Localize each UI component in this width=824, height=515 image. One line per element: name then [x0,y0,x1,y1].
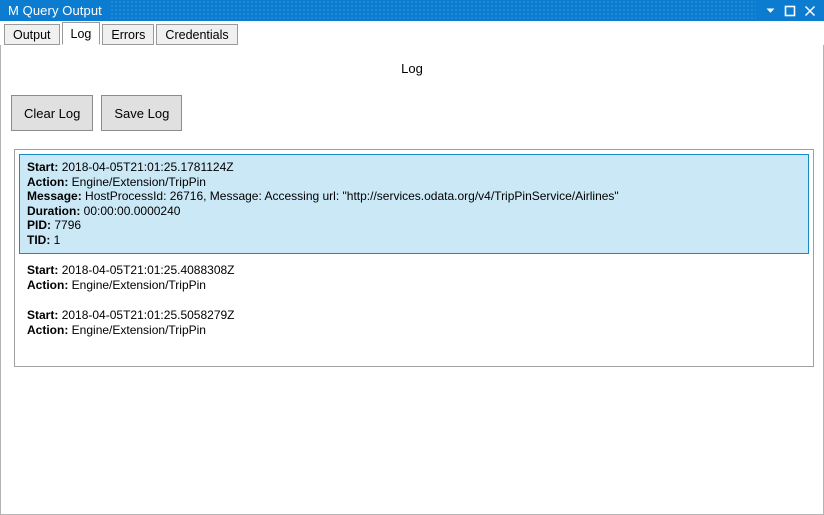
log-tab-panel: Log Clear Log Save Log Start: 2018-04-05… [0,45,824,515]
log-tid-value: 1 [53,232,61,247]
log-start-value: 2018-04-05T21:01:25.1781124Z [61,160,234,174]
log-duration-value: 00:00:00.0000240 [83,203,181,218]
log-action-label: Action: [27,174,69,189]
m-query-output-window: M Query Output Output Log Errors Credent… [0,0,824,515]
title-bar-grip [109,0,756,21]
minimize-button[interactable] [760,0,780,21]
log-start-label: Start: [27,263,59,277]
log-action-line: Action: Engine/Extension/TripPin [27,278,802,293]
log-start-line: Start: 2018-04-05T21:01:25.5058279Z [27,308,802,323]
log-pid-line: PID: 7796 [27,218,802,233]
tab-credentials-label: Credentials [165,27,229,42]
tab-log[interactable]: Log [61,22,101,45]
tab-strip: Output Log Errors Credentials [0,21,824,45]
log-duration-line: Duration: 00:00:00.0000240 [27,204,802,219]
window-controls [760,0,824,21]
log-toolbar: Clear Log Save Log [1,95,823,131]
tab-output-label: Output [13,27,51,42]
page-title: Log [401,61,423,76]
log-action-line: Action: Engine/Extension/TripPin [27,175,802,190]
log-list[interactable]: Start: 2018-04-05T21:01:25.1781124Z Acti… [14,149,814,367]
close-button[interactable] [800,0,820,21]
tab-errors-label: Errors [111,27,146,42]
save-log-button[interactable]: Save Log [101,95,183,131]
list-item[interactable]: Start: 2018-04-05T21:01:25.1781124Z Acti… [19,154,809,254]
square-icon [784,5,796,16]
log-action-line: Action: Engine/Extension/TripPin [27,323,802,338]
log-pid-value: 7796 [54,218,82,232]
log-pid-label: PID: [27,218,51,232]
log-action-value: Engine/Extension/TripPin [71,322,206,337]
log-tid-label: TID: [27,232,51,247]
log-message-value: HostProcessId: 26716, Message: Accessing… [85,189,619,203]
tab-credentials[interactable]: Credentials [156,24,238,45]
list-item[interactable]: Start: 2018-04-05T21:01:25.4088308Z Acti… [19,257,809,299]
log-action-label: Action: [27,277,69,292]
log-start-value: 2018-04-05T21:01:25.5058279Z [61,308,235,322]
log-message-label: Message: [27,189,82,203]
log-action-label: Action: [27,322,69,337]
tab-output[interactable]: Output [4,24,60,45]
window-title: M Query Output [8,3,102,18]
title-bar[interactable]: M Query Output [0,0,824,21]
list-item[interactable]: Start: 2018-04-05T21:01:25.5058279Z Acti… [19,302,809,344]
log-tid-line: TID: 1 [27,233,802,248]
clear-log-button[interactable]: Clear Log [11,95,94,131]
log-duration-label: Duration: [27,203,81,218]
log-start-line: Start: 2018-04-05T21:01:25.1781124Z [27,160,802,175]
chevron-down-icon [766,8,774,13]
tab-log-label: Log [70,26,92,41]
log-start-label: Start: [27,160,59,174]
log-start-value: 2018-04-05T21:01:25.4088308Z [61,263,235,277]
maximize-button[interactable] [780,0,800,21]
log-action-value: Engine/Extension/TripPin [71,174,206,189]
log-start-line: Start: 2018-04-05T21:01:25.4088308Z [27,263,802,278]
close-icon [804,5,816,16]
log-message-line: Message: HostProcessId: 26716, Message: … [27,189,802,204]
tab-errors[interactable]: Errors [102,24,155,45]
log-start-label: Start: [27,308,59,322]
log-action-value: Engine/Extension/TripPin [71,277,206,292]
